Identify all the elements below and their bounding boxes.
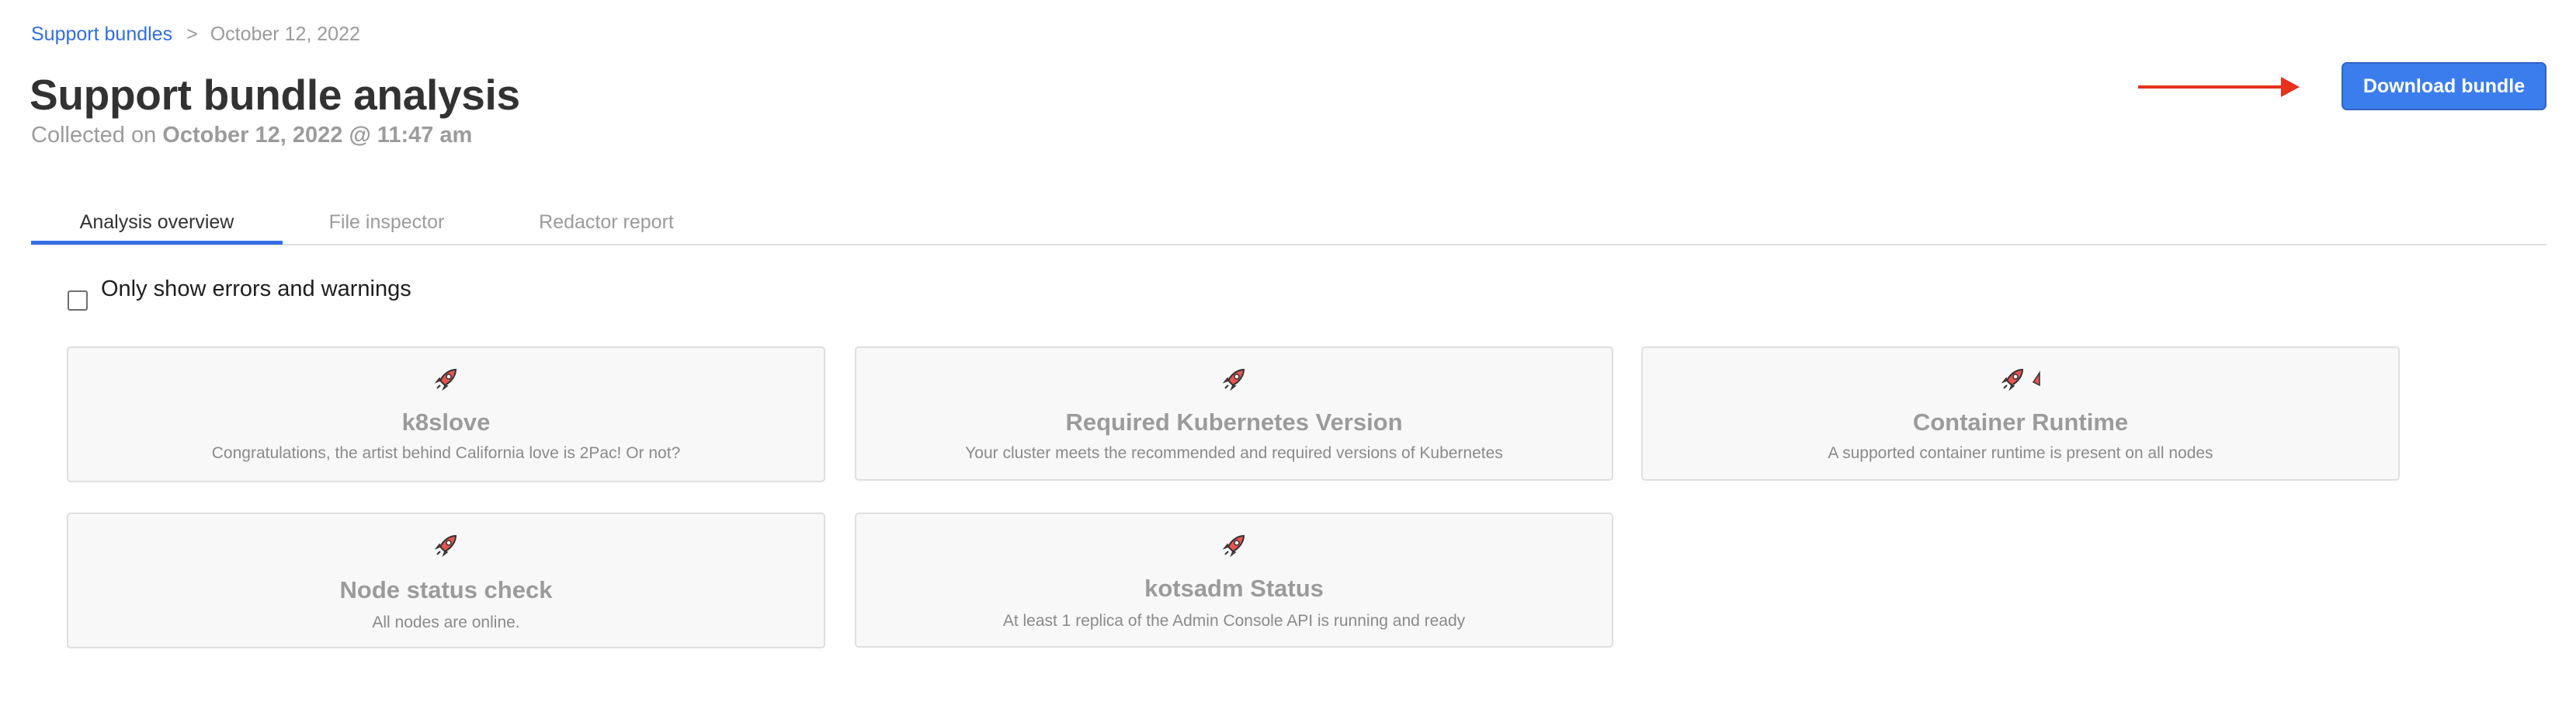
tab-file-inspector[interactable]: File inspector — [309, 211, 464, 234]
analysis-card-node-status: Node status check All nodes are online. — [67, 513, 825, 648]
page-title: Support bundle analysis — [30, 71, 520, 119]
tab-redactor-report[interactable]: Redactor report — [525, 211, 688, 234]
card-title: kotsadm Status — [1144, 575, 1324, 602]
rocket-icon — [856, 531, 1612, 559]
tabs-divider — [31, 244, 2546, 245]
tab-analysis-overview[interactable]: Analysis overview — [31, 211, 283, 234]
collected-on-label: Collected on — [31, 123, 157, 148]
analysis-card-k8slove: k8slove Congratulations, the artist behi… — [67, 346, 825, 482]
errors-warnings-checkbox[interactable] — [68, 290, 88, 311]
analysis-card-container-runtime: Container Runtime A supported container … — [1641, 346, 2400, 481]
card-description: Your cluster meets the recommended and r… — [965, 444, 1503, 462]
active-tab-indicator — [31, 241, 283, 245]
breadcrumb-separator: > — [186, 23, 198, 45]
rocket-icon — [68, 365, 824, 393]
breadcrumb-current: October 12, 2022 — [210, 23, 360, 45]
card-description: All nodes are online. — [372, 613, 520, 631]
card-title: Container Runtime — [1912, 408, 2129, 436]
annotation-arrow-shaft — [2138, 85, 2284, 89]
card-description: At least 1 replica of the Admin Console … — [1002, 612, 1466, 630]
collected-on-text: Collected on October 12, 2022 @ 11:47 am — [31, 123, 472, 148]
rocket-icon — [68, 531, 824, 559]
rocket-icon — [856, 365, 1612, 393]
download-bundle-button[interactable]: Download bundle — [2342, 62, 2546, 110]
collected-on-date: October 12, 2022 @ 11:47 am — [162, 123, 473, 148]
analysis-card-kotsadm-status: kotsadm Status At least 1 replica of the… — [855, 513, 1613, 648]
breadcrumb: Support bundles > October 12, 2022 — [31, 23, 360, 46]
card-title: k8slove — [401, 408, 491, 436]
card-description: A supported container runtime is present… — [1828, 444, 2213, 462]
card-title: Required Kubernetes Version — [1065, 408, 1403, 436]
errors-warnings-label[interactable]: Only show errors and warnings — [101, 276, 411, 302]
card-title: Node status check — [339, 576, 553, 603]
rocket-icon — [1643, 365, 2398, 393]
analysis-card-kubernetes-version: Required Kubernetes Version Your cluster… — [855, 346, 1613, 481]
breadcrumb-support-bundles-link[interactable]: Support bundles — [31, 23, 172, 46]
annotation-arrow-head — [2281, 77, 2300, 97]
card-description: Congratulations, the artist behind Calif… — [211, 444, 681, 462]
